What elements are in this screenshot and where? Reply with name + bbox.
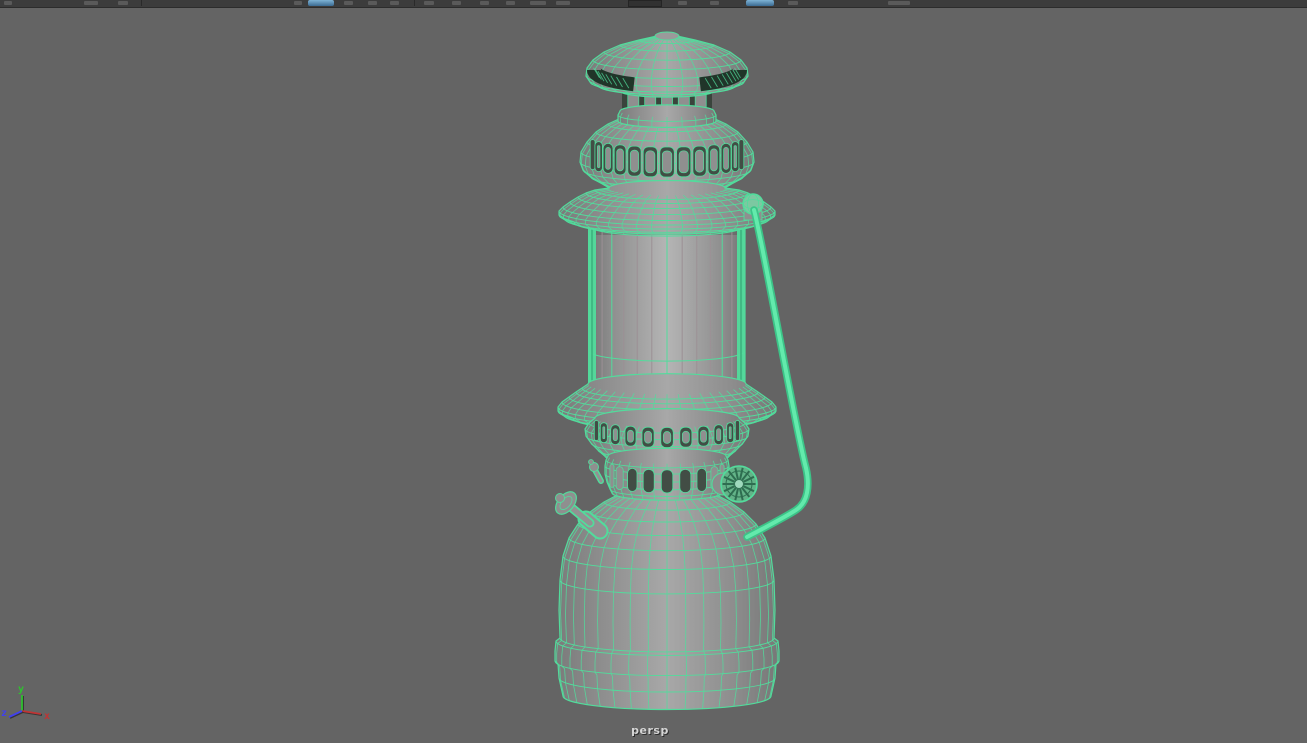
viewport-persp[interactable]: y x z persp <box>0 0 1307 743</box>
toolbar-icon-gray[interactable] <box>84 1 98 5</box>
glass-globe[interactable] <box>588 211 746 400</box>
toolbar-icon-gray[interactable] <box>506 1 515 5</box>
toolbar-icon-gray[interactable] <box>480 1 489 5</box>
toolbar-icon-gray[interactable] <box>118 1 128 5</box>
toolbar-icon-gray[interactable] <box>452 1 461 5</box>
axis-label-x: x <box>44 711 50 722</box>
scene-canvas: y x z <box>1 31 812 722</box>
toolbar-icon-gray[interactable] <box>888 1 910 5</box>
toolbar-icon-gray[interactable] <box>556 1 570 5</box>
burner-neck[interactable] <box>604 447 730 501</box>
toolbar-icon-sep <box>141 0 142 6</box>
toolbar-icon-gray[interactable] <box>368 1 377 5</box>
toolbar-icon-blue[interactable] <box>746 0 774 6</box>
toolbar-icon-gray[interactable] <box>344 1 353 5</box>
toolbar-icon-sep <box>414 0 415 6</box>
toolbar-icon-gray[interactable] <box>678 1 687 5</box>
toolbar-icon-gray[interactable] <box>530 1 546 5</box>
shelf-toolbar <box>0 0 1307 8</box>
toolbar-icon-blue[interactable] <box>308 0 334 6</box>
pump-plunger[interactable] <box>552 459 609 540</box>
toolbar-icon-gray[interactable] <box>390 1 399 5</box>
cage-ring-bottom[interactable] <box>617 104 717 128</box>
camera-label: persp <box>631 724 669 737</box>
axis-label-y: y <box>18 684 24 695</box>
collar[interactable] <box>558 179 776 235</box>
axis-gizmo[interactable]: y x z <box>1 684 50 722</box>
apex-cap[interactable] <box>654 31 680 41</box>
toolbar-icon-gray[interactable] <box>424 1 434 5</box>
toolbar-icon-gray[interactable] <box>710 1 719 5</box>
toolbar-icon-gray[interactable] <box>294 1 302 5</box>
toolbar-icon-field[interactable] <box>628 0 662 7</box>
axis-label-z: z <box>1 708 7 719</box>
toolbar-icon-gray[interactable] <box>788 1 798 5</box>
toolbar-icon-gray[interactable] <box>4 1 12 5</box>
